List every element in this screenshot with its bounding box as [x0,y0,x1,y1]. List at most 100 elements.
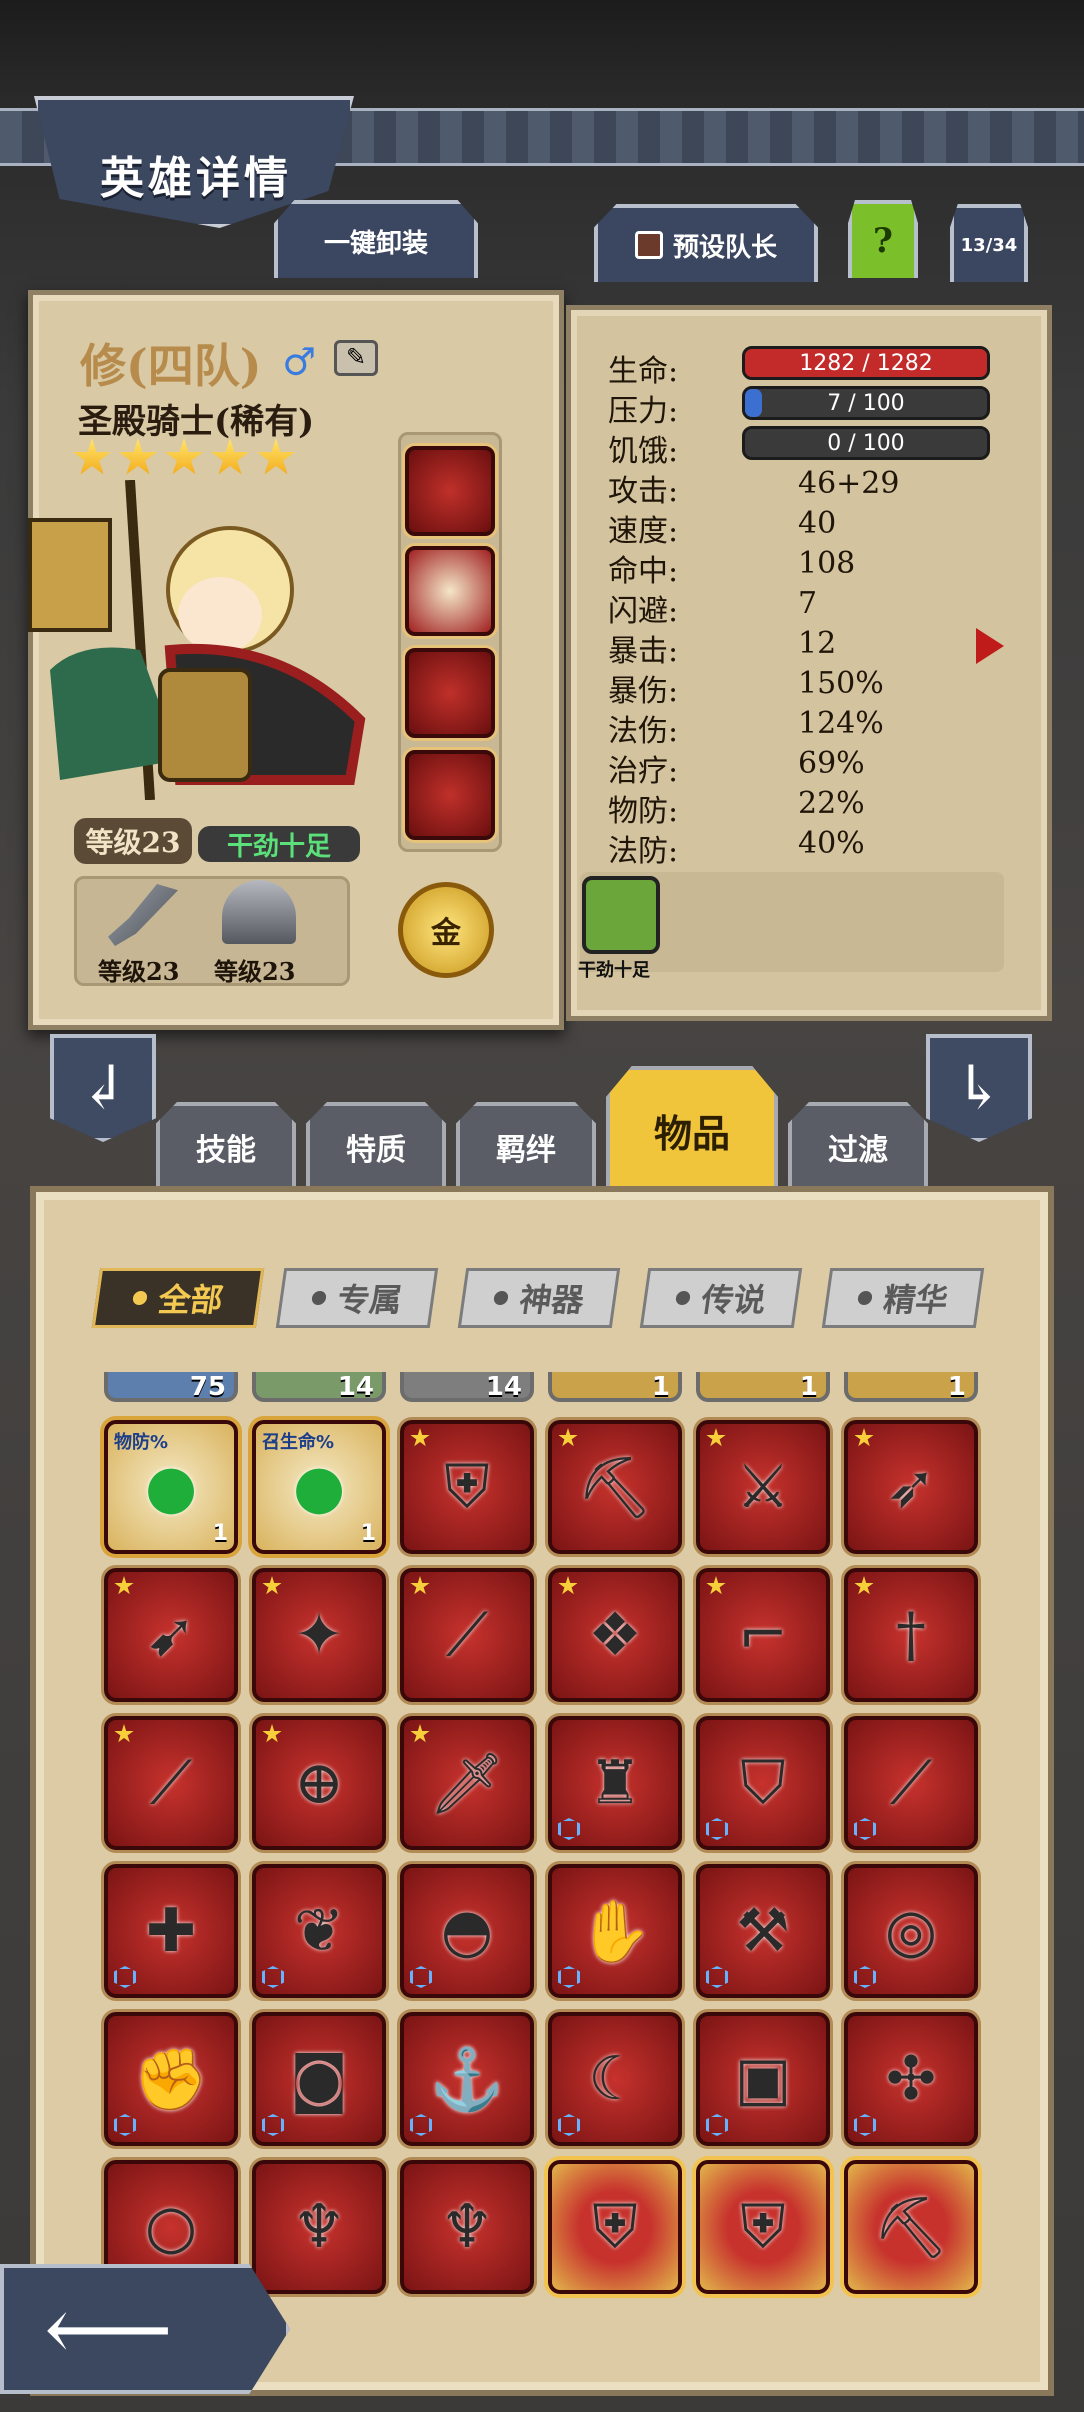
inventory-item[interactable]: ✊ [104,2012,238,2146]
preset-leader-checkbox[interactable] [634,231,663,259]
preset-leader-button[interactable]: 预设队长 [594,204,818,282]
inventory-item[interactable]: ✣ [844,2012,978,2146]
stat-label: 治疗: [608,754,679,789]
inventory-item[interactable]: ➹ [104,1568,238,1702]
filter-label: 神器 [517,1281,587,1319]
filter-exclusive[interactable]: 专属 [275,1268,439,1328]
inventory-item[interactable]: ❦ [252,1864,386,1998]
hero-stars [72,438,296,478]
item-tag: 召生命% [262,1432,335,1453]
stat-value: 12 [798,626,837,661]
item-count[interactable]: 1 [844,1372,978,1402]
equip-slot-horn[interactable] [405,546,495,636]
inventory-item[interactable]: ● 物防% 1 [104,1420,238,1554]
stat-row: 暴击: 12 [608,626,1008,670]
stat-label: 攻击: [608,474,679,509]
inventory-item[interactable]: ⛨ [400,1420,534,1554]
inventory-item[interactable]: ⚒ [696,1864,830,1998]
page-counter: 13/34 [950,204,1028,282]
stat-value: 22% [798,786,865,821]
inventory-item[interactable]: ✋ [548,1864,682,1998]
equip-slot-amulet[interactable] [405,648,495,738]
inventory-item[interactable]: ⟋ [104,1716,238,1850]
inventory-item[interactable]: ⟋ [844,1716,978,1850]
inventory-item[interactable]: ♆ [252,2160,386,2294]
stat-value: 40% [798,826,865,861]
helmet-icon[interactable] [222,880,296,944]
inventory-item[interactable]: ♜ [548,1716,682,1850]
inventory-item[interactable]: ⊕ [252,1716,386,1850]
pickaxe-icon: ⛏ [872,2192,950,2263]
mood-badge: 干劲十足 [198,826,360,862]
inventory-item[interactable]: ⛨ [696,2160,830,2294]
stress-bar-fill [745,389,762,417]
inventory-item[interactable]: ⚓ [400,2012,534,2146]
tab-filter[interactable]: 过滤 [788,1102,928,1188]
inventory-item[interactable]: ➶ [844,1420,978,1554]
item-tag: 物防% [114,1432,169,1453]
stat-row: 物防: 22% [608,786,1008,830]
filter-all[interactable]: 全部 [91,1268,265,1328]
item-count[interactable]: 1 [548,1372,682,1402]
filter-artifact[interactable]: 神器 [457,1268,621,1328]
inventory-item[interactable]: ⚔ [696,1420,830,1554]
stat-label: 法防: [608,834,679,869]
stat-row: 命中: 108 [608,546,1008,590]
inventory-item[interactable]: ▣ [696,2012,830,2146]
help-button[interactable]: ? [848,200,918,278]
inventory-item[interactable]: ✦ [252,1568,386,1702]
trait-icon[interactable] [582,876,660,954]
equip-slot-artifact[interactable] [405,446,495,536]
back-button[interactable]: ⟵ [0,2264,290,2394]
inventory-item[interactable]: ⛏ [844,2160,978,2294]
health-bar: 1282 / 1282 [742,346,990,380]
item-count[interactable]: 75 [104,1372,238,1402]
unequip-all-button[interactable]: 一键卸装 [274,200,478,278]
stat-row: 法伤: 124% [608,706,1008,750]
inventory-item[interactable]: ⟋ [400,1568,534,1702]
inventory-item[interactable]: ✚ [104,1864,238,1998]
stat-label: 命中: [608,554,679,589]
filter-legendary[interactable]: 传说 [639,1268,803,1328]
filter-essence[interactable]: 精华 [821,1268,985,1328]
tab-items[interactable]: 物品 [606,1066,778,1190]
inventory-item[interactable]: ◓ [400,1864,534,1998]
stat-label: 法伤: [608,714,679,749]
hero-level: 等级23 [74,818,192,864]
inventory-item[interactable]: 🗡 [400,1716,534,1850]
inventory-item[interactable]: ⛏ [548,1420,682,1554]
equip-slot-ring[interactable] [405,750,495,840]
expand-arrow-icon[interactable] [976,628,1004,664]
stat-row: 攻击: 46+29 [608,466,1008,510]
item-count[interactable]: 14 [400,1372,534,1402]
stat-row: 闪避: 7 [608,586,1008,630]
gold-gear-button[interactable]: 金 [398,882,494,978]
inventory-item[interactable]: ⛨ [548,2160,682,2294]
tab-traits[interactable]: 特质 [306,1102,446,1188]
tab-bonds[interactable]: 羁绊 [456,1102,596,1188]
stat-label: 闪避: [608,594,679,629]
inventory-item[interactable]: ◙ [252,2012,386,2146]
inventory-item[interactable]: ❖ [548,1568,682,1702]
rename-edit-icon[interactable]: ✎ [334,340,378,376]
item-count[interactable]: 1 [696,1372,830,1402]
tab-skills[interactable]: 技能 [156,1102,296,1188]
stat-label: 速度: [608,514,679,549]
inventory-item[interactable]: ⌐ [696,1568,830,1702]
inventory-item[interactable]: ☾ [548,2012,682,2146]
hero-portrait [28,480,366,800]
inventory-item[interactable]: ● 召生命% 1 [252,1420,386,1554]
stat-label: 暴伤: [608,674,679,709]
item-count[interactable]: 14 [252,1372,386,1402]
inventory-item[interactable]: ♆ [400,2160,534,2294]
hero-class: 圣殿骑士(稀有) [78,402,315,442]
stress-bar: 7 / 100 [742,386,990,420]
star-icon [72,438,112,475]
filter-label: 专属 [335,1281,405,1319]
goblet-icon: ♆ [440,2192,494,2262]
inventory-item[interactable]: ◎ [844,1864,978,1998]
filter-dot [311,1291,327,1305]
inventory-item[interactable]: † [844,1568,978,1702]
inventory-item[interactable]: ⛉ [696,1716,830,1850]
stat-value: 7 [798,586,818,621]
